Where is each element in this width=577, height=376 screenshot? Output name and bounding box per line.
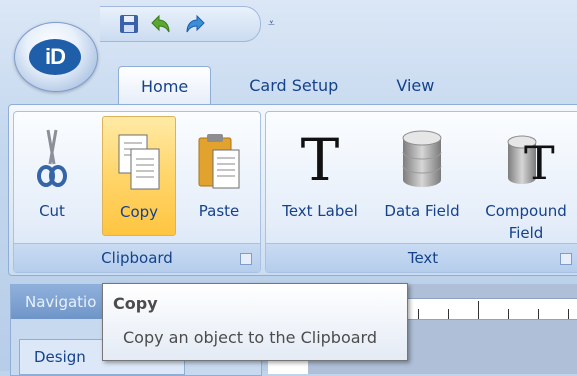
compound-field-label: Compound Field [485, 202, 567, 242]
copy-label: Copy [119, 203, 159, 221]
application-orb-button[interactable]: iD [14, 22, 98, 92]
scissors-icon [20, 120, 84, 190]
copy-icon [103, 117, 175, 191]
compound-field-button[interactable]: T Compound Field [474, 120, 577, 242]
clipboard-group-label: Clipboard [14, 243, 260, 272]
tab-view[interactable]: View [360, 66, 456, 104]
save-icon[interactable] [116, 11, 142, 37]
cut-label: Cut [39, 202, 65, 220]
tooltip-title: Copy [113, 294, 158, 313]
quick-access-toolbar [100, 6, 261, 42]
text-group: T Text Label Data Field T Compound Field… [265, 111, 577, 273]
tab-home[interactable]: Home [118, 66, 212, 105]
text-label-icon: T [300, 126, 340, 194]
text-label-label: Text Label [282, 202, 358, 220]
paste-label: Paste [198, 202, 240, 220]
text-dialog-launcher-icon[interactable] [560, 253, 572, 265]
redo-icon[interactable] [182, 11, 208, 37]
tab-card-setup[interactable]: Card Setup [227, 66, 360, 104]
paste-button[interactable]: Paste [186, 120, 252, 236]
data-field-label: Data Field [384, 202, 460, 220]
customize-dropdown-icon[interactable]: ⩡ [268, 16, 275, 31]
ribbon: Cut Copy Paste Clipboard T Text Label Da… [8, 104, 577, 276]
paste-icon [186, 120, 252, 190]
database-icon [372, 120, 472, 190]
cut-button[interactable]: Cut [20, 120, 84, 236]
ribbon-tabs: Home Card Setup View [118, 66, 456, 105]
tooltip-description: Copy an object to the Clipboard [123, 328, 378, 347]
app-logo: iD [29, 39, 81, 75]
undo-icon[interactable] [148, 11, 174, 37]
application-window: ⩡ iD Home Card Setup View Cut Copy Paste… [0, 0, 577, 376]
clipboard-group: Cut Copy Paste Clipboard [13, 111, 261, 273]
text-group-label: Text [266, 243, 577, 272]
compound-field-icon: T [474, 120, 577, 190]
copy-button[interactable]: Copy [102, 116, 176, 236]
clipboard-dialog-launcher-icon[interactable] [240, 253, 252, 265]
data-field-button[interactable]: Data Field [372, 120, 472, 236]
text-label-button[interactable]: T Text Label [268, 120, 372, 236]
copy-tooltip: Copy Copy an object to the Clipboard [102, 283, 408, 361]
